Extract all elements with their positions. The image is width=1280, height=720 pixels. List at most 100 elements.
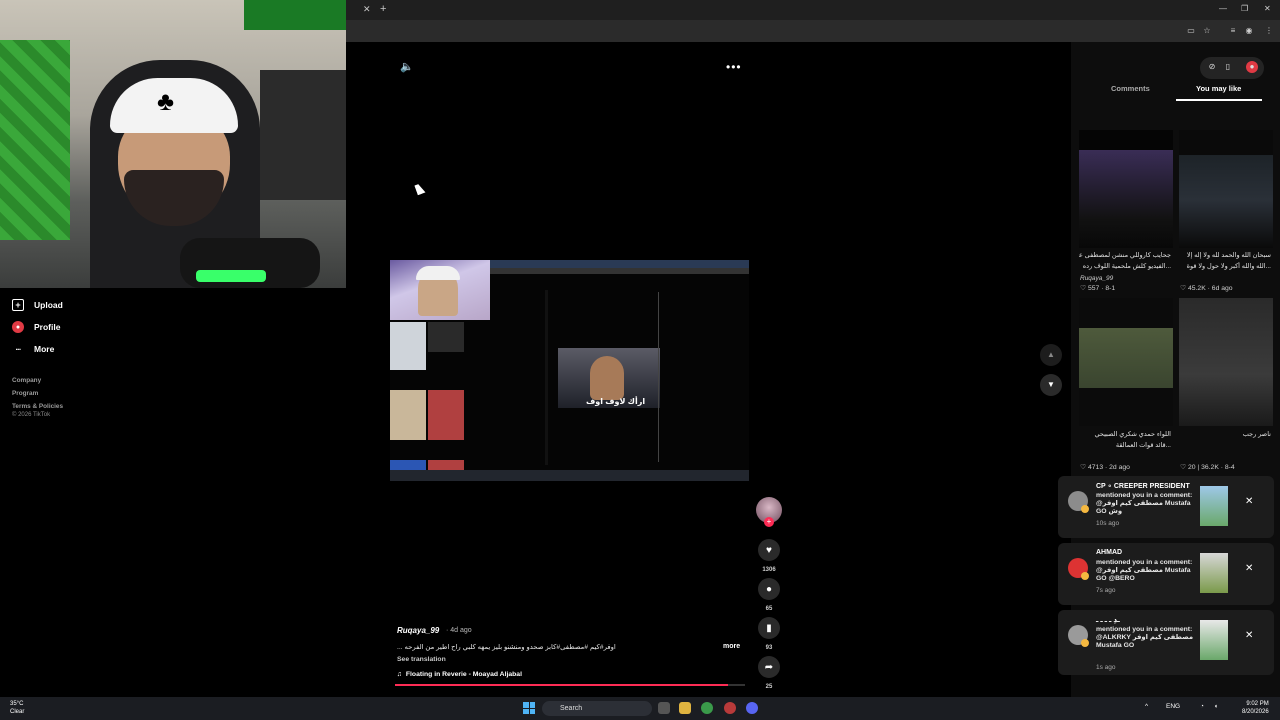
suggested-stats-value: 4713 · 2d ago bbox=[1087, 464, 1130, 471]
suggested-subtitle-3: ...قائد قوات العمالقة bbox=[1115, 442, 1171, 449]
heart-outline-icon: ♡ bbox=[1180, 464, 1187, 471]
suggested-user-1[interactable]: Ruqaya_99 bbox=[1080, 275, 1113, 282]
music-title: Floating in Reverie - Moayad Aljabal bbox=[405, 671, 522, 678]
suggested-thumb-3[interactable] bbox=[1079, 298, 1173, 426]
active-tab-underline bbox=[1176, 99, 1262, 101]
suggested-title-2: سبحان الله والحمد لله ولا إله إلا bbox=[1186, 252, 1271, 259]
media-icon[interactable]: ≡ bbox=[1228, 26, 1238, 36]
notification-text: mentioned you in a comment: @مصطفى كيم ا… bbox=[1096, 492, 1193, 516]
mention-badge-icon bbox=[1081, 572, 1089, 580]
like-count: 1306 bbox=[762, 567, 776, 573]
share-count: 25 bbox=[765, 684, 773, 690]
suggested-thumb-4[interactable] bbox=[1179, 298, 1273, 426]
account-icon[interactable]: ◉ bbox=[1244, 26, 1254, 36]
notification-name: AHMAD bbox=[1096, 549, 1123, 556]
next-video-button[interactable]: ▼ bbox=[1040, 374, 1062, 396]
close-icon[interactable]: ✕ bbox=[1245, 496, 1253, 507]
tray-chevron-icon[interactable]: ^ bbox=[1145, 703, 1148, 710]
video-age: · 4d ago bbox=[446, 627, 472, 634]
discord-icon[interactable] bbox=[746, 702, 758, 714]
user-avatar-icon[interactable]: ● bbox=[1246, 61, 1258, 73]
previous-video-button[interactable]: ▲ bbox=[1040, 344, 1062, 366]
new-tab-icon[interactable]: + bbox=[380, 3, 386, 15]
suggested-title-4: ناصر رجب bbox=[1242, 431, 1271, 438]
mention-notification[interactable]: ـدِ ـ ـ ـ ـ mentioned you in a comment: … bbox=[1058, 610, 1274, 675]
weather-temp: 35°C bbox=[10, 701, 24, 707]
video-content[interactable]: ارأك لاوف اوف bbox=[390, 260, 749, 481]
maximize-icon[interactable]: ❐ bbox=[1241, 4, 1248, 13]
file-explorer-icon[interactable] bbox=[679, 702, 691, 714]
share-button[interactable]: ➦ bbox=[758, 656, 780, 678]
notification-time: 10s ago bbox=[1096, 520, 1120, 527]
video-author[interactable]: Ruqaya_99 bbox=[397, 626, 439, 635]
windows-start-icon[interactable] bbox=[523, 702, 535, 714]
clock-date: 8/20/2026 bbox=[1242, 709, 1269, 715]
suggested-subtitle-1: ...الفيديو كلش ملحمية اللوف رده bbox=[1082, 263, 1171, 270]
tab-comments[interactable]: Comments bbox=[1111, 84, 1150, 93]
tab-you-may-like[interactable]: You may like bbox=[1196, 84, 1241, 93]
system-clock[interactable]: 9:02 PM 8/20/2026 bbox=[1242, 700, 1269, 716]
notification-text: mentioned you in a comment: @ALKRKY مصطف… bbox=[1096, 626, 1194, 650]
browser-address-bar bbox=[346, 20, 1280, 42]
weather-condition: Clear bbox=[10, 709, 25, 715]
cast-icon[interactable]: ▭ bbox=[1186, 26, 1196, 36]
task-view-icon[interactable] bbox=[658, 702, 670, 714]
footer-links: Company Program Terms & Policies bbox=[12, 374, 63, 414]
mention-notification[interactable]: AHMAD mentioned you in a comment: @مصطفى… bbox=[1058, 543, 1274, 605]
notification-time: 1s ago bbox=[1096, 664, 1116, 671]
suggested-stats-4: ♡ 20 | 36.2K · 8-4 bbox=[1180, 463, 1235, 471]
app-icon[interactable] bbox=[724, 702, 736, 714]
save-count: 93 bbox=[765, 645, 773, 651]
sidebar-item-label: Profile bbox=[34, 322, 61, 332]
heart-outline-icon: ♡ bbox=[1080, 285, 1087, 292]
comment-button[interactable]: ● bbox=[758, 578, 780, 600]
taskbar-search[interactable]: Search bbox=[542, 701, 652, 716]
notification-text: mentioned you in a comment: @مصطفى كيم ا… bbox=[1096, 559, 1193, 583]
suggested-thumb-2[interactable] bbox=[1179, 130, 1273, 248]
bookmark-star-icon[interactable]: ☆ bbox=[1202, 26, 1212, 36]
notification-name: CP ∘ CREEPER PRESIDENT bbox=[1096, 483, 1190, 490]
video-options-icon[interactable]: ••• bbox=[726, 60, 742, 74]
minimize-icon[interactable]: — bbox=[1219, 4, 1227, 13]
language-indicator[interactable]: ENG bbox=[1166, 703, 1180, 710]
more-button[interactable]: more bbox=[723, 643, 740, 650]
webcam-overlay: ♣ bbox=[0, 0, 346, 288]
footer-link-company[interactable]: Company bbox=[12, 374, 63, 387]
footer-link-program[interactable]: Program bbox=[12, 387, 63, 400]
sidebar-item-more[interactable]: ··· More bbox=[12, 338, 212, 360]
mention-notification[interactable]: CP ∘ CREEPER PRESIDENT mentioned you in … bbox=[1058, 476, 1274, 538]
wifi-icon[interactable]: ◔ bbox=[1200, 703, 1204, 710]
suggested-title-3: اللواء حمدي شكري الصبيحي bbox=[1094, 431, 1171, 438]
close-icon[interactable]: ✕ bbox=[1245, 563, 1253, 574]
like-button[interactable]: ♥ bbox=[758, 539, 780, 561]
mouse-cursor-icon bbox=[414, 182, 426, 196]
sidebar-item-profile[interactable]: ● Profile bbox=[12, 316, 212, 338]
music-note-icon: ♫ bbox=[397, 671, 403, 678]
device-icon[interactable]: ▯ bbox=[1222, 61, 1234, 73]
volume-icon[interactable]: 🔈 bbox=[400, 60, 414, 73]
close-tab-icon[interactable]: ✕ bbox=[363, 4, 371, 15]
window-close-icon[interactable]: ✕ bbox=[1264, 4, 1271, 13]
suggested-thumb-1[interactable] bbox=[1079, 130, 1173, 248]
video-progress-bar[interactable] bbox=[395, 684, 745, 686]
speaker-icon[interactable]: ◖ bbox=[1214, 703, 1218, 710]
share-action: ➦ 25 bbox=[756, 656, 782, 690]
video-description: اوفر#كيم #مصطفى#كابز صحدو ومنشنو بليز يم… bbox=[397, 644, 616, 651]
follow-plus-icon[interactable]: + bbox=[764, 517, 774, 527]
chrome-icon[interactable] bbox=[701, 702, 713, 714]
sidebar-nav: + Upload ● Profile ··· More bbox=[12, 294, 212, 360]
save-button[interactable]: ▮ bbox=[758, 617, 780, 639]
menu-dots-icon[interactable]: ⋮ bbox=[1264, 26, 1274, 36]
heart-icon: ♥ bbox=[766, 544, 772, 556]
share-arrow-icon: ➦ bbox=[764, 661, 774, 673]
notification-name: ـدِ ـ ـ ـ ـ bbox=[1096, 617, 1120, 624]
music-info[interactable]: ♫ Floating in Reverie - Moayad Aljabal bbox=[397, 671, 522, 678]
heart-outline-icon: ♡ bbox=[1180, 285, 1187, 292]
clover-logo-icon: ♣ bbox=[157, 86, 175, 116]
panel-tabs: Comments You may like bbox=[1080, 84, 1272, 100]
close-icon[interactable]: ✕ bbox=[1245, 630, 1253, 641]
see-translation-link[interactable]: See translation bbox=[397, 656, 446, 663]
compass-icon[interactable]: ⊘ bbox=[1206, 61, 1218, 73]
sidebar-item-upload[interactable]: + Upload bbox=[12, 294, 212, 316]
weather-widget[interactable]: 35°C Clear bbox=[10, 700, 24, 716]
